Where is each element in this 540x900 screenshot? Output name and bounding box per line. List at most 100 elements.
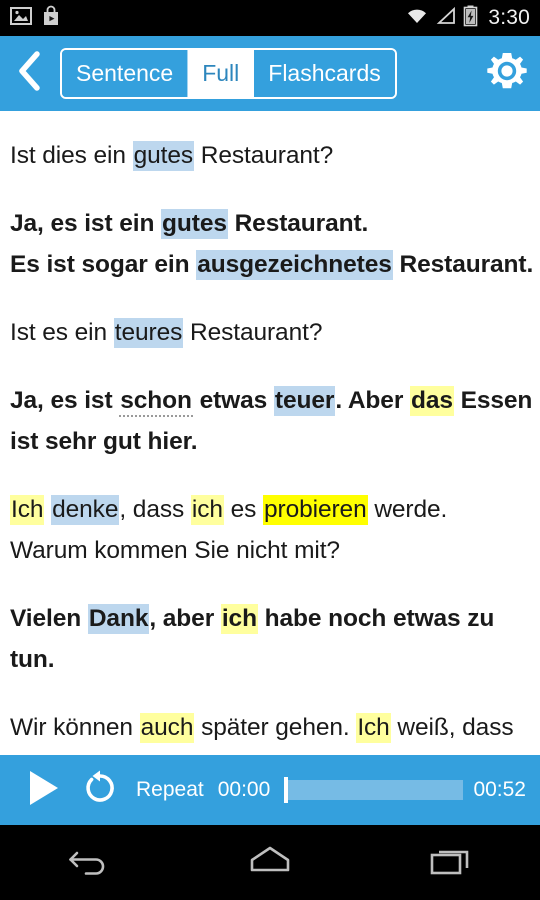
transcript-paragraph[interactable]: Ja, es ist ein gutes Restaurant. Es ist s… [10,203,534,285]
repeat-rotate-left-icon [80,768,120,813]
transcript-line[interactable]: Ist dies ein gutes Restaurant? [10,135,530,176]
transcript-text: Restaurant. [227,210,369,237]
seek-bar[interactable] [284,777,464,803]
status-bar-right-icons: 3:30 [405,5,530,32]
settings-button[interactable] [474,36,540,111]
battery-charging-icon [463,5,478,32]
app-screen: 3:30 Sentence Full Flashcards Ist dies e… [0,0,540,900]
transcript-line[interactable]: Es ist sogar ein ausgezeichnetes Restaur… [10,244,534,285]
total-time: 00:52 [473,778,526,801]
status-bar: 3:30 [0,0,540,36]
wifi-icon [405,6,429,31]
tab-full[interactable]: Full [188,50,255,97]
nav-home-icon [246,843,294,882]
transcript-text: werde. [367,496,448,523]
play-button[interactable] [14,768,72,813]
transcript-paragraph[interactable]: Vielen Dank, aber ich habe noch etwas zu… [10,598,530,680]
transcript-line[interactable]: Vielen Dank, aber ich habe noch etwas zu [10,598,530,639]
transcript-paragraph[interactable]: Ist dies ein gutes Restaurant? [10,135,530,176]
transcript-text: Ist es ein [10,319,114,346]
transcript-text: Warum kommen Sie nicht mit? [10,537,340,564]
app-header: Sentence Full Flashcards [0,36,540,111]
transcript-text: weiß, dass [390,714,514,741]
transcript-text: später gehen. [194,714,357,741]
highlighted-word[interactable]: Dank [87,604,150,634]
transcript-pane[interactable]: Ist dies ein gutes Restaurant? Ja, es ist… [0,111,540,755]
nav-back-button[interactable] [35,825,145,900]
transcript-line[interactable]: Ja, es ist schon etwas teuer. Aber das E… [10,380,533,421]
highlighted-word[interactable]: gutes [161,209,228,239]
transcript-paragraph[interactable]: Ja, es ist schon etwas teuer. Aber das E… [10,380,533,462]
highlighted-word[interactable]: auch [139,713,195,743]
transcript-paragraph[interactable]: Ich denke, dass ich es probieren werde. W… [10,489,530,571]
tab-sentence[interactable]: Sentence [62,50,189,97]
highlighted-word[interactable]: probieren [262,495,368,525]
transcript-line[interactable]: ist sehr gut hier. [10,421,530,462]
highlighted-word[interactable]: teures [113,318,184,348]
highlighted-word[interactable]: das [409,386,454,416]
status-bar-clock: 3:30 [488,6,530,29]
transcript-text: etwas [192,387,274,414]
transcript-body: Ist dies ein gutes Restaurant? Ja, es ist… [10,135,534,748]
transcript-text: Wir können [10,714,140,741]
highlighted-word[interactable]: denke [51,495,120,525]
highlighted-word[interactable]: ich [220,604,258,634]
highlighted-word[interactable]: teuer [273,386,336,416]
highlighted-word[interactable]: schon [119,386,193,417]
transcript-text: Ja, es ist [10,387,120,414]
highlighted-word[interactable]: Ich [10,495,45,525]
transcript-line[interactable]: Ich denke, dass ich es probieren werde. [10,489,530,530]
status-bar-left-icons [10,5,61,32]
cell-signal-icon [435,6,457,31]
transcript-paragraph[interactable]: Ist es ein teures Restaurant? [10,312,530,353]
nav-home-button[interactable] [215,825,325,900]
screenshot-image-icon [10,6,32,31]
transcript-line[interactable]: tun. [10,639,530,680]
seek-thumb[interactable] [284,777,289,803]
transcript-paragraph[interactable]: Wir können auch später gehen. Ich weiß, … [10,707,530,748]
highlighted-word[interactable]: gutes [132,141,195,171]
play-icon [25,768,61,813]
transcript-text: Essen [453,387,533,414]
repeat-label: Repeat [136,778,204,801]
transcript-text: Restaurant? [194,142,334,169]
transcript-text: Restaurant. [392,251,534,278]
play-store-icon [41,5,61,32]
transcript-text: Ja, es ist ein [10,210,162,237]
transcript-text: tun. [10,646,55,673]
transcript-text: ist sehr gut hier. [10,428,198,455]
current-time: 00:00 [217,778,271,801]
chevron-left-icon [15,49,45,98]
highlighted-word[interactable]: ausgezeichnetes [196,250,393,280]
transcript-text: Ist dies ein [10,142,133,169]
nav-back-icon [68,843,112,882]
highlighted-word[interactable]: ich [190,495,224,525]
android-nav-bar [0,825,540,900]
highlighted-word[interactable]: Ich [356,713,391,743]
transcript-text: es [223,496,263,523]
transcript-text: Restaurant? [183,319,323,346]
transcript-line[interactable]: Ja, es ist ein gutes Restaurant. [10,203,530,244]
view-mode-tabs: Sentence Full Flashcards [60,48,397,99]
transcript-line[interactable]: Wir können auch später gehen. Ich weiß, … [10,707,530,748]
gear-icon [484,48,530,99]
transcript-text: , dass [119,496,191,523]
repeat-button[interactable] [72,768,128,813]
tab-flashcards[interactable]: Flashcards [254,50,395,97]
transcript-line[interactable]: Ist es ein teures Restaurant? [10,312,530,353]
nav-recents-icon [426,843,474,882]
transcript-text: habe noch etwas zu [257,605,495,632]
audio-player-bar: Repeat 00:00 00:52 [0,755,540,825]
back-button[interactable] [0,36,60,111]
top-spacer [10,111,530,135]
transcript-line[interactable]: Warum kommen Sie nicht mit? [10,530,530,571]
nav-recents-button[interactable] [395,825,505,900]
transcript-text: Vielen [10,605,88,632]
transcript-text: , aber [149,605,221,632]
